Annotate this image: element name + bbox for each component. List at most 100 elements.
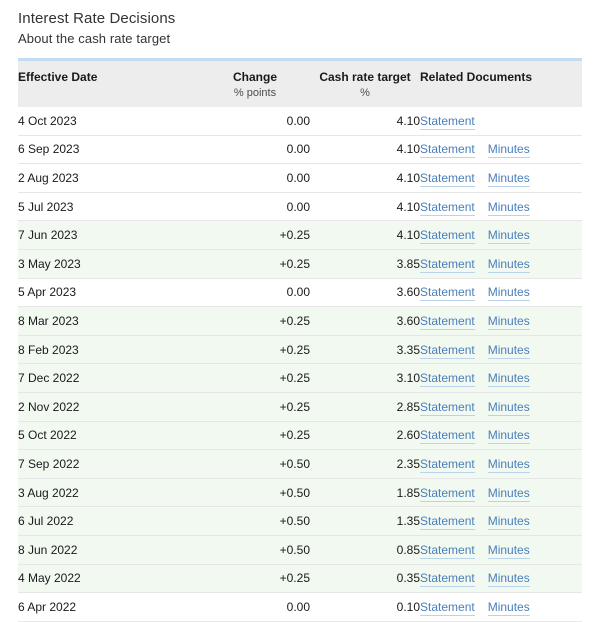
statement-link[interactable]: Statement [420,285,475,302]
table-row: 8 Mar 2023 +0.25 3.60 Statement Minutes [18,306,582,336]
table-row: 7 Sep 2022 +0.50 2.35 Statement Minutes [18,449,582,479]
cell-related-documents: Statement Minutes [420,449,582,479]
minutes-link[interactable]: Minutes [487,313,530,330]
cell-change: +0.25 [200,335,310,365]
statement-link[interactable]: Statement [420,228,475,245]
statement-link[interactable]: Statement [420,571,475,588]
cell-effective-date: 6 Apr 2022 [18,592,200,622]
cell-cash-rate-target: 0.35 [310,564,420,594]
cell-effective-date: 5 Apr 2023 [18,278,200,308]
cell-change: 0.00 [200,163,310,193]
table-header-row: Effective Date Change % points Cash rate… [18,59,582,107]
statement-link[interactable]: Statement [420,485,475,502]
statement-link[interactable]: Statement [420,371,475,388]
table-row: 4 Oct 2023 0.00 4.10 Statement [18,106,582,136]
cell-cash-rate-target: 3.60 [310,278,420,308]
cell-change: 0.00 [200,278,310,308]
table-row: 5 Jul 2023 0.00 4.10 Statement Minutes [18,192,582,222]
cell-effective-date: 7 Sep 2022 [18,449,200,479]
cell-related-documents: Statement Minutes [420,564,582,594]
cell-change: +0.25 [200,392,310,422]
column-header-related-documents-label: Related Documents [420,70,533,84]
cell-effective-date: 4 May 2022 [18,564,200,594]
statement-link[interactable]: Statement [420,456,475,473]
table-row: 6 Apr 2022 0.00 0.10 Statement Minutes [18,592,582,622]
column-header-change: Change % points [200,60,310,107]
cell-cash-rate-target: 0.85 [310,535,420,565]
table-row: 6 Jul 2022 +0.50 1.35 Statement Minutes [18,506,582,536]
column-header-cash-rate-target: Cash rate target % [310,60,420,107]
table-row: 8 Feb 2023 +0.25 3.35 Statement Minutes [18,335,582,365]
minutes-link[interactable]: Minutes [487,170,530,187]
cell-cash-rate-target: 2.85 [310,392,420,422]
cell-cash-rate-target: 4.10 [310,220,420,250]
statement-link[interactable]: Statement [420,399,475,416]
cell-related-documents: Statement Minutes [420,278,582,308]
cell-effective-date: 8 Jun 2022 [18,535,200,565]
cell-effective-date: 2 Nov 2022 [18,392,200,422]
statement-link[interactable]: Statement [420,199,475,216]
cell-change: +0.50 [200,506,310,536]
cell-change: +0.25 [200,249,310,279]
statement-link[interactable]: Statement [420,514,475,531]
statement-link[interactable]: Statement [420,542,475,559]
cell-change: +0.25 [200,564,310,594]
cell-effective-date: 3 May 2023 [18,249,200,279]
page-subtitle: About the cash rate target [18,31,171,46]
minutes-link[interactable]: Minutes [487,514,530,531]
minutes-link[interactable]: Minutes [487,285,530,302]
cell-cash-rate-target: 3.35 [310,335,420,365]
minutes-link[interactable]: Minutes [487,256,530,273]
statement-link[interactable]: Statement [420,599,475,616]
cell-cash-rate-target: 4.10 [310,135,420,165]
minutes-link[interactable]: Minutes [487,399,530,416]
minutes-link[interactable]: Minutes [487,199,530,216]
cell-change: +0.25 [200,306,310,336]
minutes-link[interactable]: Minutes [487,571,530,588]
minutes-link[interactable]: Minutes [487,599,530,616]
minutes-link[interactable]: Minutes [487,371,530,388]
cell-related-documents: Statement Minutes [420,363,582,393]
cell-related-documents: Statement Minutes [420,192,582,222]
table-row: 4 May 2022 +0.25 0.35 Statement Minutes [18,564,582,594]
cell-effective-date: 2 Aug 2023 [18,163,200,193]
table-row: 5 Apr 2023 0.00 3.60 Statement Minutes [18,278,582,308]
cell-effective-date: 7 Jun 2023 [18,220,200,250]
cell-effective-date: 5 Oct 2022 [18,421,200,451]
cell-related-documents: Statement Minutes [420,535,582,565]
column-header-effective-date-label: Effective Date [18,70,98,84]
statement-link[interactable]: Statement [420,170,475,187]
statement-link[interactable]: Statement [420,313,475,330]
minutes-link[interactable]: Minutes [487,342,530,359]
minutes-link[interactable]: Minutes [487,485,530,502]
column-header-effective-date: Effective Date [18,60,200,107]
cell-related-documents: Statement Minutes [420,335,582,365]
minutes-link[interactable]: Minutes [487,228,530,245]
cell-change: +0.25 [200,220,310,250]
table-body: 4 Oct 2023 0.00 4.10 Statement 6 Sep 2023 0.0… [18,106,582,622]
statement-link[interactable]: Statement [420,428,475,445]
statement-link[interactable]: Statement [420,342,475,359]
cell-cash-rate-target: 1.85 [310,478,420,508]
minutes-link[interactable]: Minutes [487,542,530,559]
cell-change: +0.25 [200,363,310,393]
cell-effective-date: 8 Mar 2023 [18,306,200,336]
cell-effective-date: 6 Sep 2023 [18,135,200,165]
cell-change: +0.50 [200,535,310,565]
cell-effective-date: 3 Aug 2022 [18,478,200,508]
minutes-link[interactable]: Minutes [487,142,530,159]
heading-block: Interest Rate Decisions About the cash r… [0,0,602,48]
cell-related-documents: Statement Minutes [420,135,582,165]
cell-related-documents: Statement Minutes [420,306,582,336]
statement-link[interactable]: Statement [420,256,475,273]
minutes-link[interactable]: Minutes [487,428,530,445]
cell-cash-rate-target: 3.60 [310,306,420,336]
cell-effective-date: 7 Dec 2022 [18,363,200,393]
statement-link[interactable]: Statement [420,142,475,159]
cell-change: 0.00 [200,135,310,165]
column-header-change-sublabel: % points [233,87,277,99]
interest-rate-decisions-page: Interest Rate Decisions About the cash r… [0,0,602,622]
statement-link[interactable]: Statement [420,113,475,130]
minutes-link[interactable]: Minutes [487,456,530,473]
cell-cash-rate-target: 4.10 [310,163,420,193]
